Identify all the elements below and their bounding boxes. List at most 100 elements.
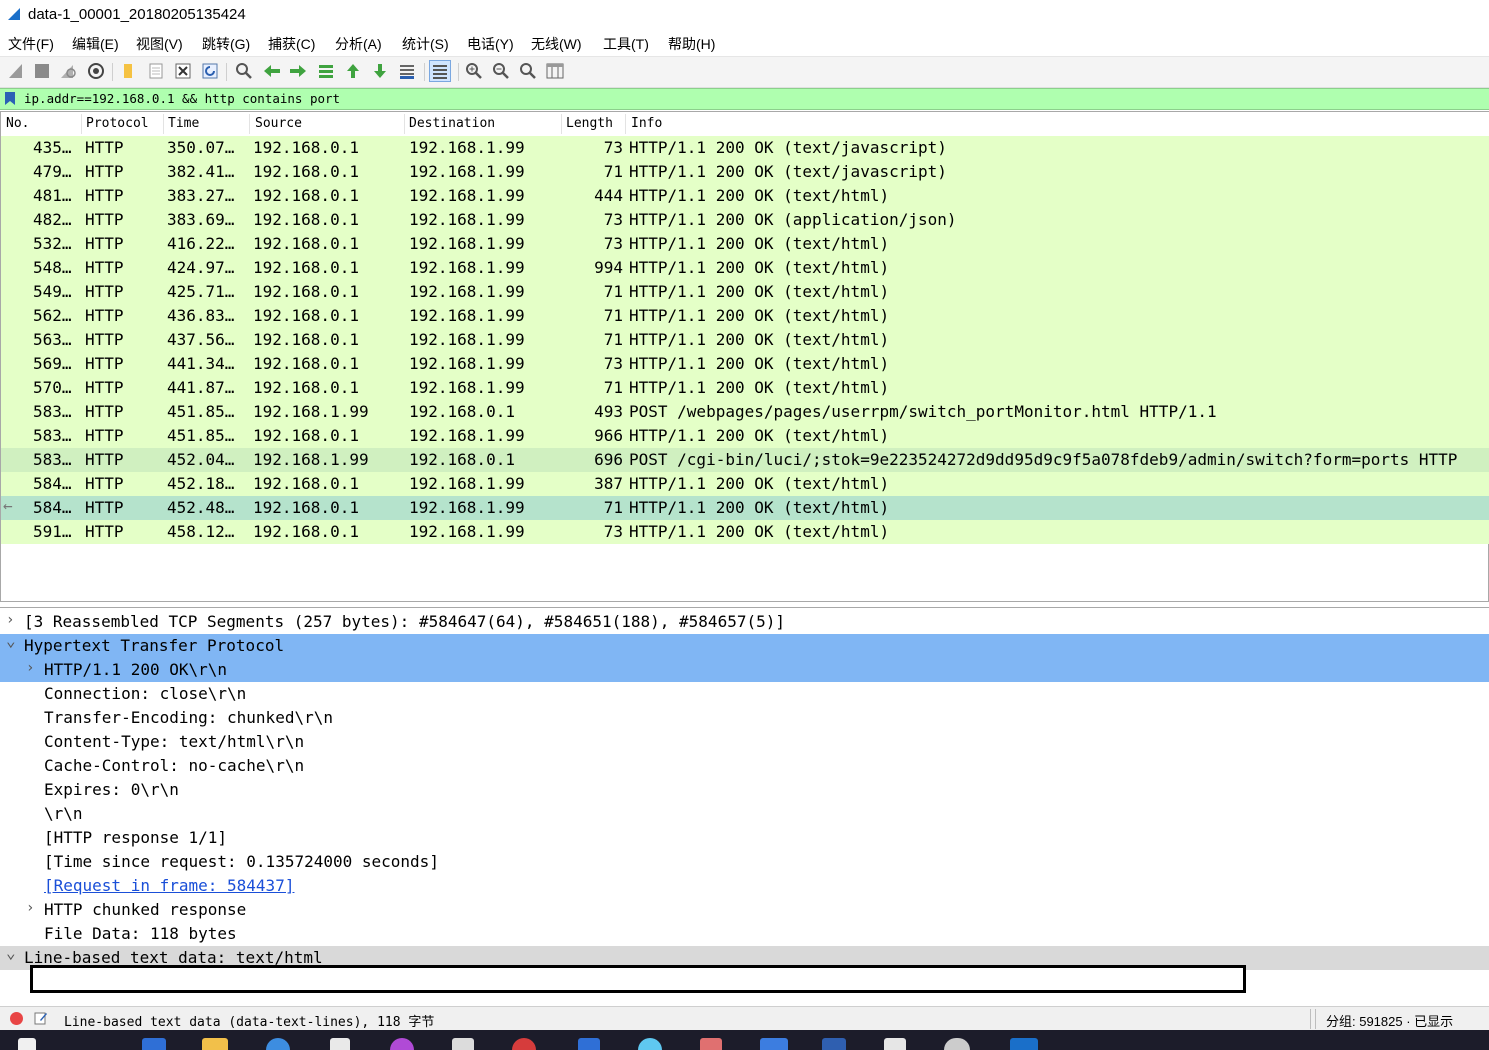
app-icon-5[interactable]: [822, 1038, 846, 1050]
table-row[interactable]: 563… HTTP 437.56… 192.168.0.1 192.168.1.99 71…: [1, 328, 1489, 352]
detail-row[interactable]: Cache-Control: no-cache\r\n: [0, 754, 1489, 778]
table-row[interactable]: 479… HTTP 382.41… 192.168.0.1 192.168.1.99 71…: [1, 160, 1489, 184]
detail-text: \r\n: [44, 804, 83, 823]
column-header-info[interactable]: Info: [631, 116, 662, 132]
taskbar-app-icon[interactable]: [142, 1038, 166, 1050]
column-header-destination[interactable]: Destination: [409, 116, 495, 132]
menu-go[interactable]: 跳转(G): [202, 34, 250, 54]
go-to-packet-icon[interactable]: [316, 61, 336, 81]
options-gear-icon[interactable]: [86, 61, 106, 81]
cell-time: 437.56…: [167, 330, 235, 349]
column-header-source[interactable]: Source: [255, 116, 302, 132]
table-row[interactable]: 583… HTTP 451.85… 192.168.0.1 192.168.1.99 96…: [1, 424, 1489, 448]
expanded-chevron-icon[interactable]: ⌄: [6, 631, 16, 650]
document-icon[interactable]: [330, 1038, 350, 1050]
menu-help[interactable]: 帮助(H): [668, 34, 715, 54]
table-row[interactable]: 481… HTTP 383.27… 192.168.0.1 192.168.1.99 44…: [1, 184, 1489, 208]
notepad-icon[interactable]: [884, 1038, 906, 1050]
collapsed-chevron-icon[interactable]: ›: [26, 660, 34, 676]
table-row[interactable]: 570… HTTP 441.87… 192.168.0.1 192.168.1.99 71…: [1, 376, 1489, 400]
detail-row[interactable]: [Request in frame: 584437]: [0, 874, 1489, 898]
menu-wireless[interactable]: 无线(W): [531, 34, 582, 54]
colorize-icon[interactable]: [429, 60, 451, 82]
autoscroll-icon[interactable]: [397, 61, 417, 81]
detail-row[interactable]: \r\n: [0, 802, 1489, 826]
close-file-icon[interactable]: [173, 61, 193, 81]
reload-icon[interactable]: [200, 61, 220, 81]
cell-info: HTTP/1.1 200 OK (text/html): [629, 258, 890, 277]
menu-file[interactable]: 文件(F): [8, 34, 54, 54]
detail-row[interactable]: › [3 Reassembled TCP Segments (257 bytes)…: [0, 610, 1489, 634]
detail-row[interactable]: Expires: 0\r\n: [0, 778, 1489, 802]
detail-row[interactable]: › HTTP/1.1 200 OK\r\n: [0, 658, 1489, 682]
app-icon-3[interactable]: [638, 1038, 662, 1050]
menu-capture[interactable]: 捕获(C): [268, 34, 315, 54]
column-header-time[interactable]: Time: [168, 116, 199, 132]
table-row[interactable]: 562… HTTP 436.83… 192.168.0.1 192.168.1.99 71…: [1, 304, 1489, 328]
detail-row[interactable]: Connection: close\r\n: [0, 682, 1489, 706]
menu-edit[interactable]: 编辑(E): [72, 34, 119, 54]
file-icon[interactable]: [146, 61, 166, 81]
resize-columns-icon[interactable]: [545, 61, 565, 81]
detail-row[interactable]: ⌄ Hypertext Transfer Protocol: [0, 631, 1489, 658]
app-icon-4[interactable]: [700, 1038, 722, 1050]
back-arrow-icon[interactable]: [262, 61, 282, 81]
menu-telephony[interactable]: 电话(Y): [467, 34, 514, 54]
display-filter-input[interactable]: ip.addr==192.168.0.1 && http contains po…: [24, 91, 340, 106]
mail-icon[interactable]: [760, 1038, 788, 1050]
zoom-out-icon[interactable]: [491, 61, 511, 81]
table-row[interactable]: 569… HTTP 441.34… 192.168.0.1 192.168.1.99 73…: [1, 352, 1489, 376]
forward-arrow-icon[interactable]: [288, 61, 308, 81]
app-icon-6[interactable]: [944, 1038, 970, 1050]
column-header-no[interactable]: No.: [6, 116, 29, 132]
menu-statistics[interactable]: 统计(S): [402, 34, 449, 54]
request-frame-link[interactable]: [Request in frame: 584437]: [44, 876, 294, 895]
first-packet-icon[interactable]: [343, 61, 363, 81]
menu-tools[interactable]: 工具(T): [603, 34, 649, 54]
menu-analyze[interactable]: 分析(A): [335, 34, 382, 54]
table-row[interactable]: 583… HTTP 452.04… 192.168.1.99 192.168.0.1 69…: [1, 448, 1489, 472]
detail-row[interactable]: [Time since request: 0.135724000 seconds…: [0, 850, 1489, 874]
detail-row[interactable]: [HTTP response 1/1]: [0, 826, 1489, 850]
app-icon-2[interactable]: [578, 1038, 600, 1050]
zoom-normal-icon[interactable]: [518, 61, 538, 81]
detail-row[interactable]: › HTTP chunked response: [0, 898, 1489, 922]
table-row[interactable]: 583… HTTP 451.85… 192.168.1.99 192.168.0.1 49…: [1, 400, 1489, 424]
detail-row[interactable]: Content-Type: text/html\r\n: [0, 730, 1489, 754]
chrome-icon[interactable]: [512, 1038, 536, 1050]
monitor-icon[interactable]: [452, 1038, 474, 1050]
shark-fin-start-icon[interactable]: [6, 61, 26, 81]
folder-icon[interactable]: [202, 1038, 228, 1050]
table-row[interactable]: 549… HTTP 425.71… 192.168.0.1 192.168.1.99 71…: [1, 280, 1489, 304]
table-row[interactable]: 482… HTTP 383.69… 192.168.0.1 192.168.1.99 73…: [1, 208, 1489, 232]
table-row[interactable]: 591… HTTP 458.12… 192.168.0.1 192.168.1.99 73…: [1, 520, 1489, 544]
find-icon[interactable]: [234, 61, 254, 81]
table-row[interactable]: 532… HTTP 416.22… 192.168.0.1 192.168.1.99 73…: [1, 232, 1489, 256]
cell-protocol: HTTP: [85, 210, 124, 229]
column-header-length[interactable]: Length: [566, 116, 613, 132]
bookmark-icon[interactable]: [4, 91, 16, 106]
collapsed-chevron-icon[interactable]: ›: [6, 612, 14, 628]
detail-row[interactable]: File Data: 118 bytes: [0, 922, 1489, 946]
wireshark-taskbar-icon[interactable]: [1010, 1038, 1038, 1050]
restart-icon[interactable]: [58, 61, 78, 81]
media-icon[interactable]: [390, 1038, 414, 1050]
table-row[interactable]: 435… HTTP 350.07… 192.168.0.1 192.168.1.99 73…: [1, 136, 1489, 160]
collapsed-chevron-icon[interactable]: ›: [26, 900, 34, 916]
capture-comment-icon[interactable]: [34, 1011, 48, 1025]
zoom-in-icon[interactable]: [464, 61, 484, 81]
table-row[interactable]: 548… HTTP 424.97… 192.168.0.1 192.168.1.99 99…: [1, 256, 1489, 280]
browser-icon[interactable]: [266, 1038, 290, 1050]
column-header-protocol[interactable]: Protocol: [86, 116, 149, 132]
cell-source: 192.168.0.1: [253, 186, 359, 205]
expert-info-icon[interactable]: [10, 1012, 23, 1025]
menu-view[interactable]: 视图(V): [136, 34, 183, 54]
expanded-chevron-icon[interactable]: ⌄: [6, 943, 16, 962]
stop-icon[interactable]: [32, 61, 52, 81]
last-packet-icon[interactable]: [370, 61, 390, 81]
open-file-icon[interactable]: [118, 61, 138, 81]
table-row[interactable]: ← 584… HTTP 452.48… 192.168.0.1 192.168.1.99 7…: [1, 496, 1489, 520]
detail-row[interactable]: Transfer-Encoding: chunked\r\n: [0, 706, 1489, 730]
start-icon[interactable]: [18, 1038, 36, 1050]
table-row[interactable]: 584… HTTP 452.18… 192.168.0.1 192.168.1.99 38…: [1, 472, 1489, 496]
